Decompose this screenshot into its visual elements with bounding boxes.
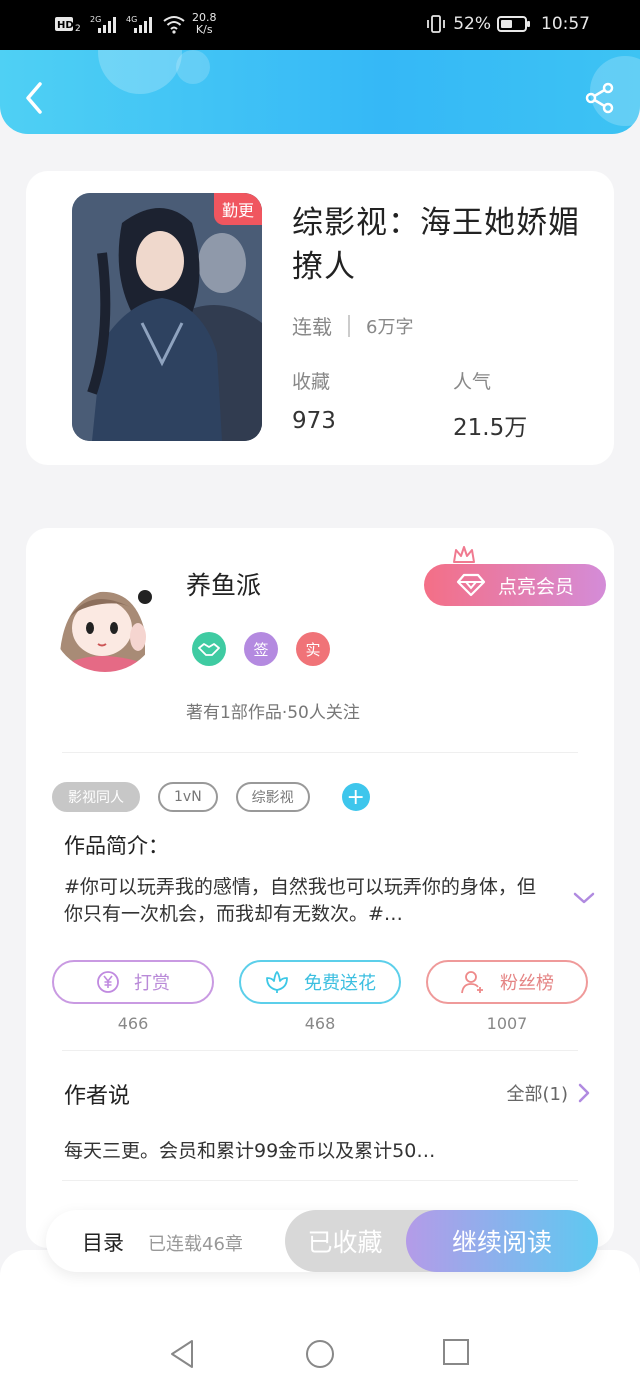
fan-rank-button[interactable]: 粉丝榜: [426, 960, 588, 1004]
tip-count: 466: [117, 1014, 149, 1033]
book-info-card: 勤更 综影视：海王她娇媚撩人 连载 6万字 收藏 973 人气 21.5万: [26, 171, 614, 465]
status-left: HD 2 2G 4G 20.8 K/s: [54, 12, 217, 36]
divider: [62, 1050, 578, 1051]
tag-item[interactable]: 综影视: [235, 782, 310, 812]
signal-2g-icon: 2G: [90, 15, 116, 33]
chevron-down-icon[interactable]: [572, 890, 596, 906]
book-cover[interactable]: 勤更: [72, 193, 262, 441]
tip-label: 打赏: [134, 973, 170, 994]
wifi-icon: [163, 16, 185, 34]
handshake-icon: [192, 632, 226, 666]
share-icon[interactable]: [584, 82, 616, 114]
flower-count: 468: [304, 1014, 336, 1033]
signal-4g-icon: 4G: [126, 15, 152, 33]
book-title: 综影视：海王她娇媚撩人: [292, 205, 580, 285]
cover-badge: 勤更: [213, 193, 262, 225]
cover-illustration: [72, 193, 262, 441]
header-bubble: [98, 50, 182, 94]
vibrate-icon: [427, 15, 446, 33]
author-say-title: 作者说: [64, 1084, 131, 1109]
signed-badge: 签: [244, 632, 278, 666]
author-avatar[interactable]: [50, 562, 160, 672]
triangle-back-icon[interactable]: [168, 1338, 198, 1370]
divider: [62, 752, 578, 753]
status-divider: [348, 314, 350, 337]
intro-label: 作品简介：: [64, 834, 169, 858]
book-status-row: 连载 6万字: [292, 311, 413, 340]
chapter-count: 已连载46章: [148, 1234, 243, 1255]
collect-value: 973: [292, 408, 336, 434]
popularity-stat: 人气 21.5万: [453, 367, 527, 442]
author-say-all-link[interactable]: 全部(1): [507, 1080, 591, 1106]
battery-percent: 52%: [453, 14, 491, 34]
fan-rank-label: 粉丝榜: [500, 973, 554, 994]
fan-user-icon: [461, 971, 483, 994]
fan-count: 1007: [486, 1014, 528, 1033]
square-recent-icon[interactable]: [442, 1338, 470, 1366]
battery-icon: [497, 16, 530, 32]
crown-icon: [453, 546, 475, 563]
battery-fill: [501, 20, 513, 28]
clock: 10:57: [541, 14, 590, 34]
divider: [62, 1180, 578, 1181]
system-nav-bar: [0, 1310, 640, 1387]
svg-text:HD: HD: [57, 20, 74, 31]
svg-text:2G: 2G: [90, 15, 101, 24]
flower-icon: [266, 971, 288, 993]
author-name: 养鱼派: [186, 571, 262, 600]
author-say-text: 每天三更。会员和累计99金币以及累计50…: [64, 1140, 436, 1162]
network-speed: 20.8 K/s: [192, 12, 217, 36]
avatar-illustration: [50, 562, 160, 672]
collected-label: 已收藏: [307, 1228, 383, 1257]
chevron-right-icon: [578, 1083, 590, 1103]
tag-list: 影视同人 1vN 综影视 +: [52, 782, 370, 812]
send-flower-button[interactable]: 免费送花: [239, 960, 401, 1004]
svg-text:2: 2: [75, 24, 81, 33]
add-tag-button[interactable]: +: [341, 783, 370, 811]
continue-reading-button[interactable]: 继续阅读: [406, 1210, 598, 1272]
serial-status: 连载: [292, 315, 332, 339]
collect-label: 收藏: [292, 371, 331, 393]
tag-item[interactable]: 1vN: [158, 782, 218, 812]
author-card: 养鱼派 点亮会员 签 实 著有1部作品·50人关注 影视同人 1vN 综影视 +…: [26, 528, 614, 1248]
hd-icon: HD 2: [55, 17, 81, 33]
tip-button[interactable]: 打赏: [52, 960, 214, 1004]
popularity-value: 21.5万: [453, 415, 528, 441]
yen-coin-icon: [97, 971, 119, 993]
status-right: 52% 10:57: [425, 14, 590, 34]
vip-label: 点亮会员: [497, 575, 574, 598]
verified-badge: 实: [296, 632, 330, 666]
author-badges: 签 实: [192, 632, 330, 666]
circle-home-icon[interactable]: [304, 1338, 336, 1370]
word-count: 6万字: [366, 316, 414, 338]
svg-text:4G: 4G: [126, 15, 137, 24]
header-bubble: [176, 50, 210, 84]
popularity-label: 人气: [453, 371, 492, 393]
diamond-icon: [456, 573, 486, 597]
top-header: [0, 50, 640, 134]
toc-button[interactable]: 目录: [82, 1227, 124, 1257]
send-flower-label: 免费送花: [304, 973, 376, 994]
collect-stat: 收藏 973: [292, 367, 336, 434]
author-meta: 著有1部作品·50人关注: [186, 703, 360, 723]
status-bar: HD 2 2G 4G 20.8 K/s 52% 10:57: [0, 0, 640, 50]
back-icon[interactable]: [20, 80, 50, 116]
speed-unit: K/s: [195, 23, 213, 36]
tag-item[interactable]: 影视同人: [52, 782, 140, 812]
all-label: 全部(1): [506, 1084, 569, 1105]
intro-text: #你可以玩弄我的感情，自然我也可以玩弄你的身体，但你只有一次机会，而我却有无数次…: [64, 876, 536, 925]
bottom-action-bar: 目录 已连载46章 已收藏 继续阅读: [46, 1210, 598, 1272]
vip-button[interactable]: 点亮会员: [424, 564, 606, 606]
